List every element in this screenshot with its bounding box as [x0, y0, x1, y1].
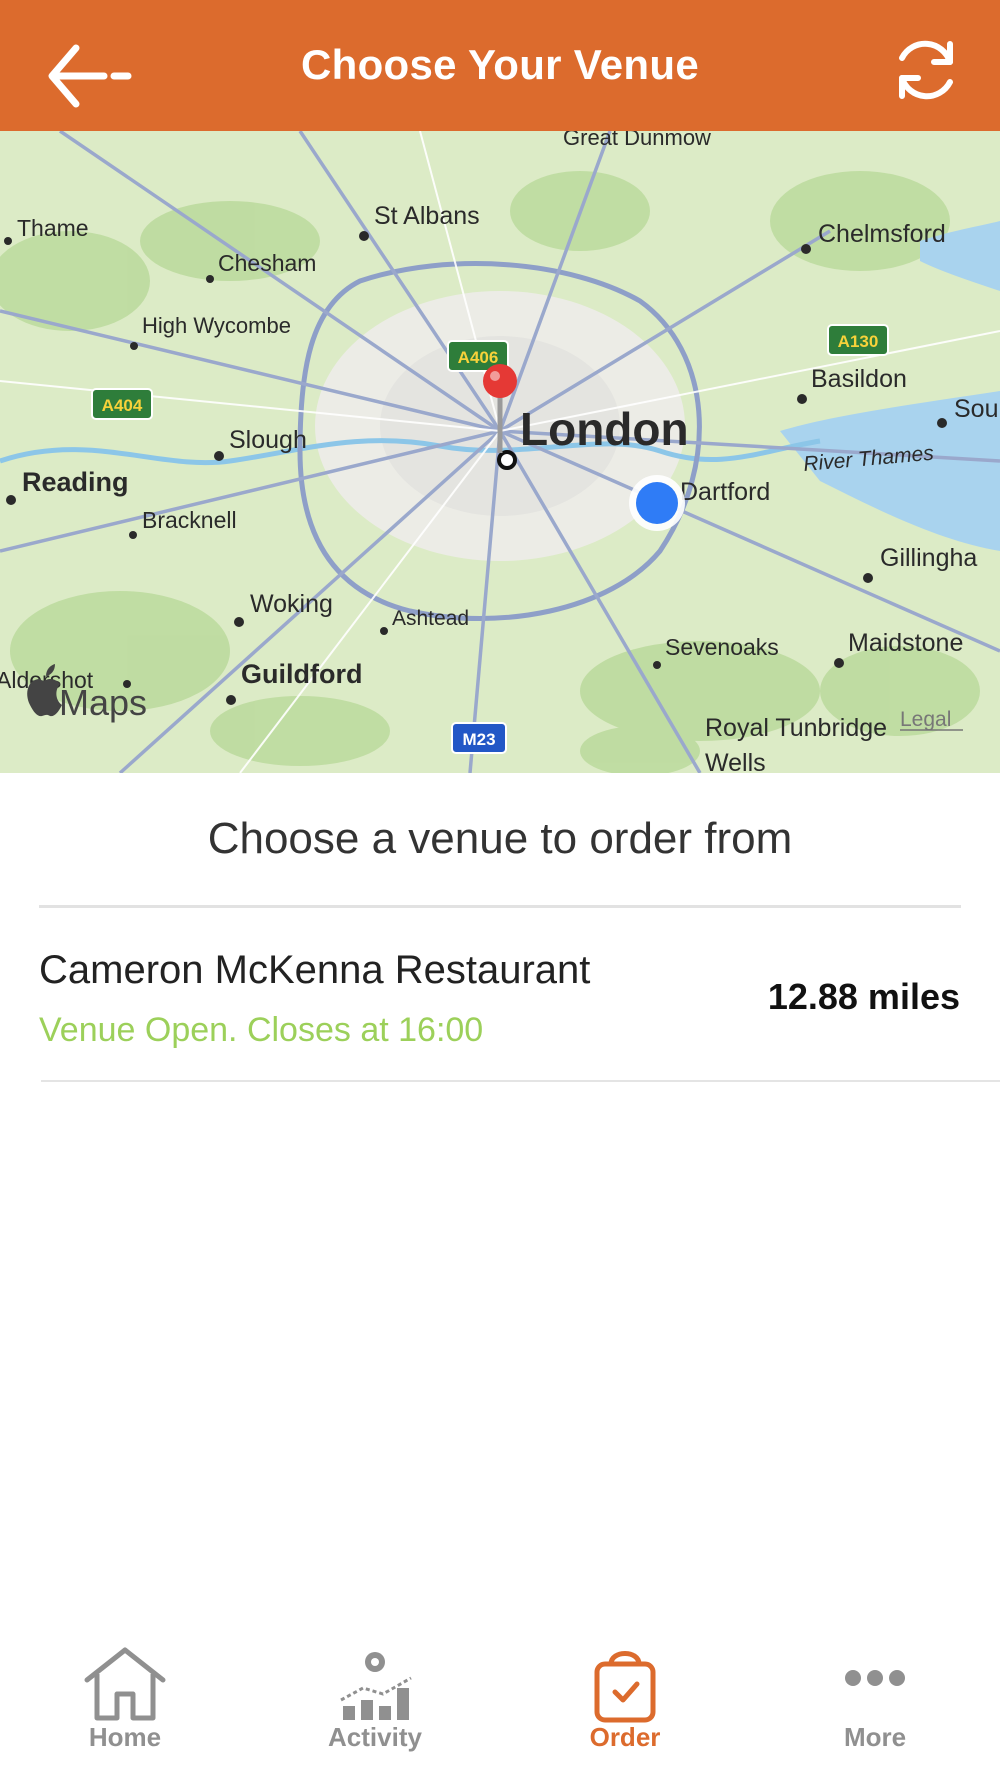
svg-text:A130: A130 [838, 332, 879, 351]
map-label-chelmsford: Chelmsford [818, 220, 946, 248]
more-dots-icon [845, 1670, 905, 1686]
svg-text:A404: A404 [102, 396, 143, 415]
tab-more[interactable]: More [750, 1630, 1000, 1778]
tab-order[interactable]: Order [500, 1630, 750, 1778]
tab-label: More [843, 1722, 907, 1752]
road-shield-a130: A130 [827, 324, 889, 356]
legal-link[interactable]: Legal [900, 708, 951, 731]
shopping-bag-icon [594, 1651, 656, 1723]
activity-chart-icon [340, 1652, 412, 1720]
road-shield-m23: M23 [451, 722, 507, 754]
tab-home[interactable]: Home [0, 1630, 250, 1778]
svg-text:M23: M23 [462, 730, 495, 749]
tab-label: Activity [328, 1722, 422, 1752]
refresh-button[interactable] [888, 32, 964, 108]
map-label-chesham: Chesham [218, 250, 316, 276]
map-label-ashtead: Ashtead [392, 607, 469, 630]
venue-name: Cameron McKenna Restaurant [39, 948, 591, 992]
venue-distance: 12.88 miles [767, 976, 960, 1017]
map-label-st-albans: St Albans [374, 202, 480, 230]
bottom-tab-bar: Home Activity Order More [0, 1630, 1000, 1778]
venue-list-item[interactable]: Cameron McKenna Restaurant Venue Open. C… [0, 908, 1000, 1080]
map-label-woking: Woking [250, 590, 333, 618]
map-label-thame: Thame [17, 215, 89, 241]
map-label-basildon: Basildon [811, 365, 907, 393]
home-icon [84, 1647, 166, 1721]
road-shield-a404: A404 [91, 388, 153, 420]
map-label-sevenoaks: Sevenoaks [665, 634, 779, 660]
venue-status: Venue Open. Closes at 16:00 [39, 1011, 484, 1049]
venue-map[interactable]: Great Dunmow Thame St Albans Chesham Che… [0, 131, 1000, 773]
map-label-maidstone: Maidstone [848, 629, 963, 657]
map-label-reading: Reading [22, 467, 129, 497]
tab-label: Home [88, 1722, 162, 1752]
map-label-london: London [520, 403, 689, 455]
app-header: Choose Your Venue [0, 0, 1000, 131]
tab-label: Order [589, 1722, 661, 1752]
map-label-slough: Slough [229, 426, 307, 454]
map-label-southend: Sou [954, 395, 998, 423]
back-button[interactable] [44, 40, 140, 112]
map-label-wells: Wells [705, 749, 766, 773]
venue-prompt: Choose a venue to order from [207, 814, 793, 863]
tab-activity[interactable]: Activity [250, 1630, 500, 1778]
map-label-dartford: Dartford [680, 478, 770, 506]
page-title: Choose Your Venue [301, 40, 699, 88]
map-label-royal-tunbridge: Royal Tunbridge [705, 714, 887, 742]
svg-text:A406: A406 [458, 348, 499, 367]
refresh-icon [899, 40, 953, 100]
user-location-icon [629, 475, 685, 531]
arrow-left-icon [48, 44, 132, 108]
divider [41, 1080, 1000, 1082]
map-label-guildford: Guildford [241, 659, 362, 689]
map-label-great-dunmow: Great Dunmow [563, 131, 711, 150]
map-label-gillingham: Gillingha [880, 544, 977, 572]
maps-attribution: Maps [59, 682, 147, 723]
map-label-bracknell: Bracknell [142, 507, 237, 533]
map-label-high-wycombe: High Wycombe [142, 313, 291, 338]
